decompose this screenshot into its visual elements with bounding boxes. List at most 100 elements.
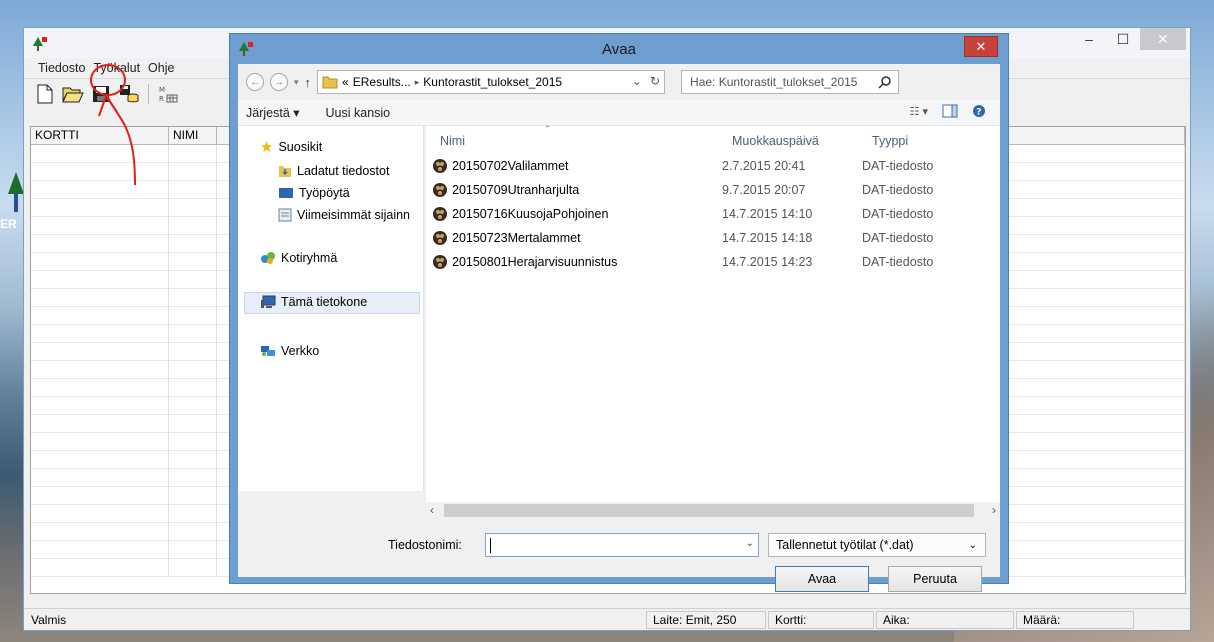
table-cell[interactable]: [169, 199, 217, 217]
table-cell[interactable]: [31, 415, 169, 433]
nav-network[interactable]: Verkko: [260, 344, 319, 358]
scroll-right-icon[interactable]: ›: [992, 503, 996, 517]
minimize-button[interactable]: –: [1072, 28, 1106, 50]
table-cell[interactable]: [31, 469, 169, 487]
menu-tyokalut[interactable]: Työkalut: [89, 61, 144, 75]
table-cell[interactable]: [169, 343, 217, 361]
scrollbar-thumb[interactable]: [444, 504, 974, 517]
table-cell[interactable]: [31, 541, 169, 559]
table-cell[interactable]: [31, 145, 169, 163]
filename-input[interactable]: ⌄: [485, 533, 759, 557]
table-cell[interactable]: [31, 181, 169, 199]
close-button[interactable]: ✕: [1140, 28, 1186, 50]
new-folder-button[interactable]: Uusi kansio: [326, 106, 391, 120]
table-cell[interactable]: [169, 487, 217, 505]
table-cell[interactable]: [169, 523, 217, 541]
cancel-button[interactable]: Peruuta: [888, 566, 982, 592]
history-dropdown-icon[interactable]: ▾: [294, 77, 299, 88]
table-cell[interactable]: [31, 199, 169, 217]
table-cell[interactable]: [169, 397, 217, 415]
open-folder-button[interactable]: [62, 83, 84, 105]
preview-pane-icon[interactable]: [942, 104, 958, 118]
table-cell[interactable]: [169, 181, 217, 199]
dialog-close-button[interactable]: ✕: [964, 36, 998, 57]
table-cell[interactable]: [169, 289, 217, 307]
table-cell[interactable]: [169, 271, 217, 289]
refresh-icon[interactable]: ↻: [650, 74, 660, 88]
help-icon[interactable]: ?: [972, 104, 986, 118]
table-cell[interactable]: [31, 307, 169, 325]
table-cell[interactable]: [31, 361, 169, 379]
table-cell[interactable]: [169, 307, 217, 325]
table-cell[interactable]: [169, 217, 217, 235]
table-cell[interactable]: [169, 145, 217, 163]
organize-button[interactable]: Järjestä ▾: [246, 105, 300, 120]
nav-recent[interactable]: Viimeisimmät sijainn: [278, 208, 410, 222]
table-cell[interactable]: [169, 325, 217, 343]
back-button[interactable]: ←: [246, 73, 264, 91]
table-cell[interactable]: [31, 505, 169, 523]
horizontal-scrollbar[interactable]: ‹ ›: [426, 502, 1000, 519]
column-header-nimi[interactable]: NIMI: [169, 127, 217, 145]
file-row[interactable]: 20150702Valilammet 2.7.2015 20:41 DAT-tied…: [432, 156, 992, 176]
table-cell[interactable]: [169, 415, 217, 433]
table-cell[interactable]: [31, 523, 169, 541]
column-header-kortti[interactable]: KORTTI: [31, 127, 169, 145]
menu-tiedosto[interactable]: Tiedosto: [34, 61, 89, 75]
address-dropdown-icon[interactable]: ⌄: [632, 74, 642, 88]
table-cell[interactable]: [31, 271, 169, 289]
column-name[interactable]: Nimi: [440, 134, 465, 148]
table-cell[interactable]: [31, 433, 169, 451]
save-db-button[interactable]: [118, 83, 140, 105]
table-cell[interactable]: [169, 541, 217, 559]
column-modified[interactable]: Muokkauspäivä: [732, 134, 819, 148]
save-button[interactable]: [90, 83, 112, 105]
column-type[interactable]: Tyyppi: [872, 134, 908, 148]
nav-favorites[interactable]: ★ Suosikit: [260, 138, 322, 156]
view-options-icon[interactable]: ☷ ▾: [910, 105, 928, 118]
file-row[interactable]: 20150716KuusojaPohjoinen 14.7.2015 14:10 D…: [432, 204, 992, 224]
open-button[interactable]: Avaa: [775, 566, 869, 592]
search-input[interactable]: Hae: Kuntorastit_tulokset_2015: [681, 70, 900, 94]
table-cell[interactable]: [169, 433, 217, 451]
table-cell[interactable]: [169, 253, 217, 271]
nav-downloads[interactable]: Ladatut tiedostot: [278, 164, 389, 178]
table-tool-button[interactable]: MR: [157, 83, 179, 105]
maximize-button[interactable]: ☐: [1106, 28, 1140, 50]
forward-button[interactable]: →: [270, 73, 288, 91]
table-cell[interactable]: [31, 217, 169, 235]
table-cell[interactable]: [31, 235, 169, 253]
table-cell[interactable]: [31, 253, 169, 271]
file-row[interactable]: 20150709Utranharjulta 9.7.2015 20:07 DAT-t…: [432, 180, 992, 200]
nav-homegroup[interactable]: Kotiryhmä: [260, 251, 337, 265]
table-cell[interactable]: [169, 559, 217, 577]
table-cell[interactable]: [169, 451, 217, 469]
table-cell[interactable]: [31, 289, 169, 307]
nav-desktop[interactable]: Työpöytä: [278, 186, 350, 200]
table-cell[interactable]: [31, 559, 169, 577]
address-bar[interactable]: « EResults... ▸ Kuntorastit_tulokset_201…: [317, 70, 666, 94]
file-type-filter[interactable]: Tallennetut työtilat (*.dat) ⌄: [768, 533, 986, 557]
table-cell[interactable]: [169, 235, 217, 253]
table-cell[interactable]: [31, 343, 169, 361]
nav-this-pc[interactable]: Tämä tietokone: [260, 295, 367, 309]
filename-dropdown-icon[interactable]: ⌄: [746, 538, 754, 549]
scroll-left-icon[interactable]: ‹: [430, 503, 434, 517]
table-cell[interactable]: [31, 397, 169, 415]
new-file-button[interactable]: [34, 83, 56, 105]
up-button[interactable]: ↑: [305, 75, 312, 90]
table-cell[interactable]: [169, 379, 217, 397]
table-cell[interactable]: [169, 505, 217, 523]
breadcrumb-eresults[interactable]: EResults...: [353, 75, 411, 89]
file-row[interactable]: 20150723Mertalammet 14.7.2015 14:18 DAT-ti…: [432, 228, 992, 248]
table-cell[interactable]: [169, 163, 217, 181]
table-cell[interactable]: [31, 451, 169, 469]
table-cell[interactable]: [169, 361, 217, 379]
menu-ohje[interactable]: Ohje: [144, 61, 178, 75]
search-icon[interactable]: [878, 75, 892, 89]
table-cell[interactable]: [31, 163, 169, 181]
file-row[interactable]: 20150801Herajarvisuunnistus 14.7.2015 14:…: [432, 252, 992, 272]
table-cell[interactable]: [31, 379, 169, 397]
table-cell[interactable]: [31, 487, 169, 505]
table-cell[interactable]: [169, 469, 217, 487]
